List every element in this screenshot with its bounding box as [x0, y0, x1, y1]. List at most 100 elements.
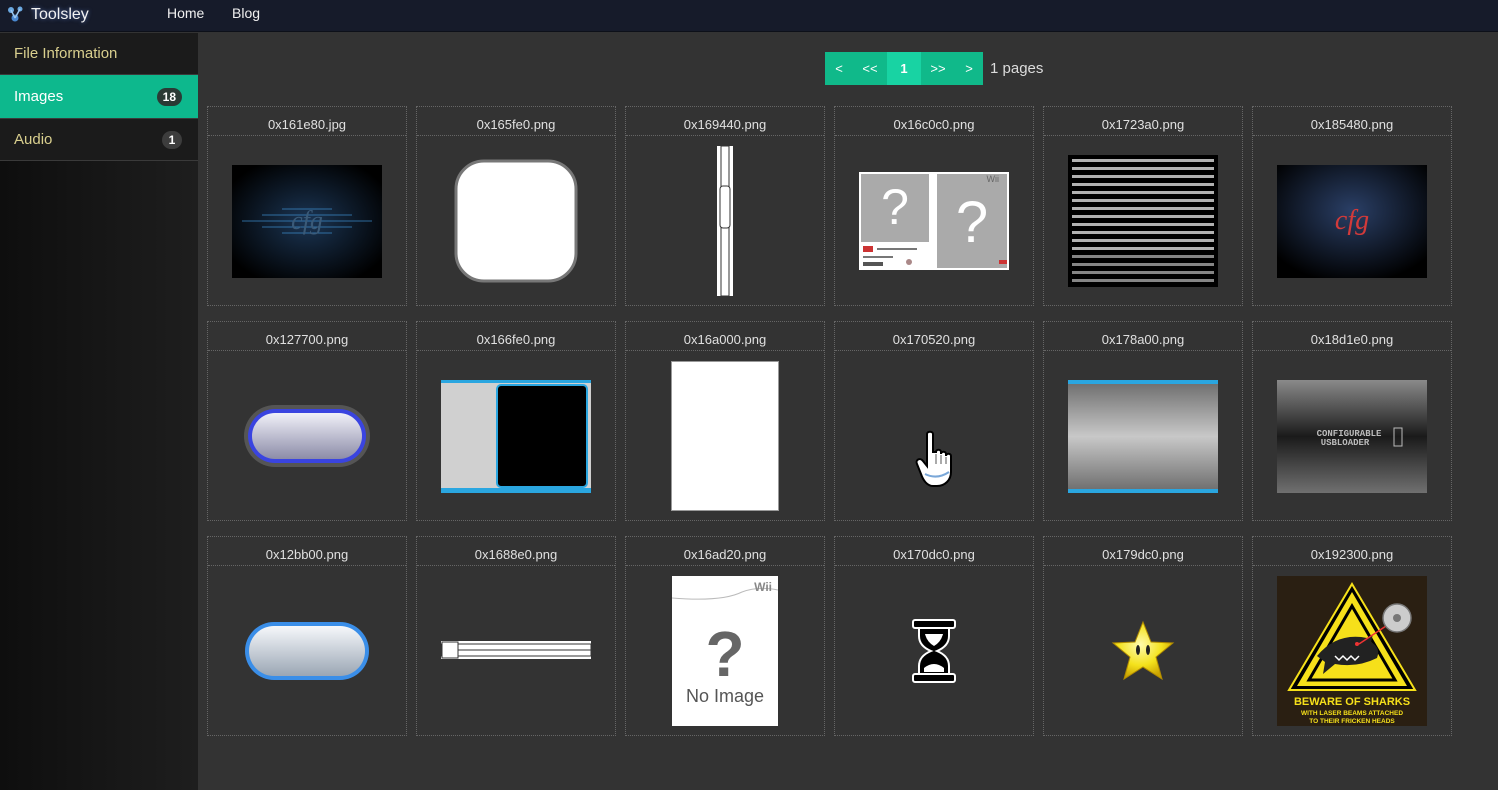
- nav-blog-link[interactable]: Blog: [232, 5, 260, 21]
- image-preview: [835, 567, 1033, 735]
- image-preview: cfg: [1253, 137, 1451, 305]
- sidebar-item-images[interactable]: Images 18: [0, 75, 198, 119]
- image-filename: 0x170520.png: [835, 322, 1033, 351]
- image-filename: 0x127700.png: [208, 322, 406, 351]
- image-preview: [208, 352, 406, 520]
- usb-loader-banner-thumbnail: CONFIGURABLE USBLOADER: [1277, 379, 1427, 493]
- top-navbar: Toolsley Home Blog: [0, 0, 1498, 32]
- image-preview: CONFIGURABLE USBLOADER: [1253, 352, 1451, 520]
- sidebar-item-file-information[interactable]: File Information: [0, 33, 198, 75]
- image-card[interactable]: 0x165fe0.png: [416, 106, 616, 306]
- image-card[interactable]: 0x169440.png: [625, 106, 825, 306]
- nav-home-link[interactable]: Home: [167, 5, 204, 21]
- image-filename: 0x1688e0.png: [417, 537, 615, 566]
- hand-pointer-cursor-icon: [915, 430, 952, 487]
- sidebar-item-label: Images: [14, 88, 64, 105]
- image-card[interactable]: 0x192300.png BEWARE OF SHARKS WITH LASER…: [1252, 536, 1452, 736]
- beware-of-sharks-sign-thumbnail: BEWARE OF SHARKS WITH LASER BEAMS ATTACH…: [1277, 576, 1427, 726]
- svg-text:USBLOADER: USBLOADER: [1321, 438, 1370, 448]
- white-rounded-square-thumbnail: [454, 159, 578, 283]
- svg-text:?: ?: [956, 190, 988, 255]
- image-preview: [1044, 137, 1242, 305]
- hourglass-icon: [912, 619, 956, 683]
- image-filename: 0x185480.png: [1253, 107, 1451, 136]
- image-card[interactable]: 0x179dc0.png: [1043, 536, 1243, 736]
- image-card[interactable]: 0x170dc0.png: [834, 536, 1034, 736]
- image-filename: 0x161e80.jpg: [208, 107, 406, 136]
- image-preview: [1044, 567, 1242, 735]
- sidebar: File Information Images 18 Audio 1: [0, 33, 198, 790]
- svg-text:cfg: cfg: [1335, 205, 1369, 236]
- image-preview: [626, 352, 824, 520]
- svg-text:?: ?: [705, 618, 744, 690]
- image-preview: [417, 352, 615, 520]
- image-preview: ? ? Wii: [835, 137, 1033, 305]
- image-filename: 0x16ad20.png: [626, 537, 824, 566]
- image-filename: 0x170dc0.png: [835, 537, 1033, 566]
- svg-text:?: ?: [881, 179, 909, 235]
- image-preview: [835, 352, 1033, 520]
- white-page-thumbnail: [671, 361, 779, 511]
- prev-page-button[interactable]: <: [825, 52, 853, 85]
- image-preview: Wii ? No Image: [626, 567, 824, 735]
- image-card[interactable]: 0x16a000.png: [625, 321, 825, 521]
- image-filename: 0x16a000.png: [626, 322, 824, 351]
- svg-text:cfg: cfg: [291, 206, 323, 235]
- image-preview: [208, 567, 406, 735]
- image-preview: [626, 137, 824, 305]
- image-card[interactable]: 0x1688e0.png: [416, 536, 616, 736]
- toolsley-logo-icon: [8, 6, 23, 22]
- page-count-text: 1 pages: [990, 60, 1044, 77]
- image-card[interactable]: 0x1723a0.png: [1043, 106, 1243, 306]
- image-preview: [417, 137, 615, 305]
- image-filename: 0x179dc0.png: [1044, 537, 1242, 566]
- star-icon: [1111, 620, 1175, 681]
- svg-text:Wii: Wii: [987, 174, 1000, 184]
- count-badge: 18: [156, 87, 182, 106]
- sidebar-item-label: File Information: [14, 45, 118, 62]
- sidebar-item-audio[interactable]: Audio 1: [0, 119, 198, 161]
- cfg-logo-thumbnail: cfg: [1277, 164, 1427, 278]
- image-filename: 0x16c0c0.png: [835, 107, 1033, 136]
- image-filename: 0x169440.png: [626, 107, 824, 136]
- brand-logo[interactable]: Toolsley: [6, 4, 89, 26]
- count-badge: 1: [162, 130, 182, 149]
- image-filename: 0x12bb00.png: [208, 537, 406, 566]
- image-card[interactable]: 0x161e80.jpg cfg: [207, 106, 407, 306]
- svg-text:Wii: Wii: [754, 580, 772, 594]
- image-preview: cfg: [208, 137, 406, 305]
- image-preview: [417, 567, 615, 735]
- image-card[interactable]: 0x170520.png: [834, 321, 1034, 521]
- svg-text:WITH LASER BEAMS ATTACHED: WITH LASER BEAMS ATTACHED: [1301, 710, 1403, 717]
- first-page-button[interactable]: <<: [853, 52, 887, 85]
- image-card[interactable]: 0x12bb00.png: [207, 536, 407, 736]
- black-panel-frame-thumbnail: [441, 379, 591, 493]
- svg-text:No Image: No Image: [686, 686, 764, 706]
- image-preview: [1044, 352, 1242, 520]
- grey-gradient-bar-thumbnail: [1068, 379, 1218, 493]
- image-card[interactable]: 0x16c0c0.png ? ? Wii: [834, 106, 1034, 306]
- next-page-button[interactable]: >: [955, 52, 983, 85]
- last-page-button[interactable]: >>: [921, 52, 955, 85]
- image-filename: 0x166fe0.png: [417, 322, 615, 351]
- image-filename: 0x165fe0.png: [417, 107, 615, 136]
- font-sheet-thumbnail: [1068, 155, 1218, 287]
- image-filename: 0x18d1e0.png: [1253, 322, 1451, 351]
- brand-name: Toolsley: [31, 6, 89, 23]
- sidebar-item-label: Audio: [14, 131, 53, 148]
- image-card[interactable]: 0x18d1e0.png CONFIGURABLE USBLOADER: [1252, 321, 1452, 521]
- blue-pill-button-thumbnail: [244, 405, 370, 467]
- image-card[interactable]: 0x16ad20.png Wii ? No Image: [625, 536, 825, 736]
- page-1-button[interactable]: 1: [887, 52, 921, 85]
- image-filename: 0x192300.png: [1253, 537, 1451, 566]
- wii-box-unknown-thumbnail: ? ? Wii: [859, 172, 1009, 270]
- image-preview: BEWARE OF SHARKS WITH LASER BEAMS ATTACH…: [1253, 567, 1451, 735]
- image-filename: 0x1723a0.png: [1044, 107, 1242, 136]
- horizontal-slider-thumbnail: [441, 641, 591, 659]
- image-card[interactable]: 0x185480.png cfg: [1252, 106, 1452, 306]
- image-card[interactable]: 0x166fe0.png: [416, 321, 616, 521]
- image-card[interactable]: 0x127700.png: [207, 321, 407, 521]
- wii-no-image-thumbnail: Wii ? No Image: [672, 576, 778, 726]
- image-card[interactable]: 0x178a00.png: [1043, 321, 1243, 521]
- image-filename: 0x178a00.png: [1044, 322, 1242, 351]
